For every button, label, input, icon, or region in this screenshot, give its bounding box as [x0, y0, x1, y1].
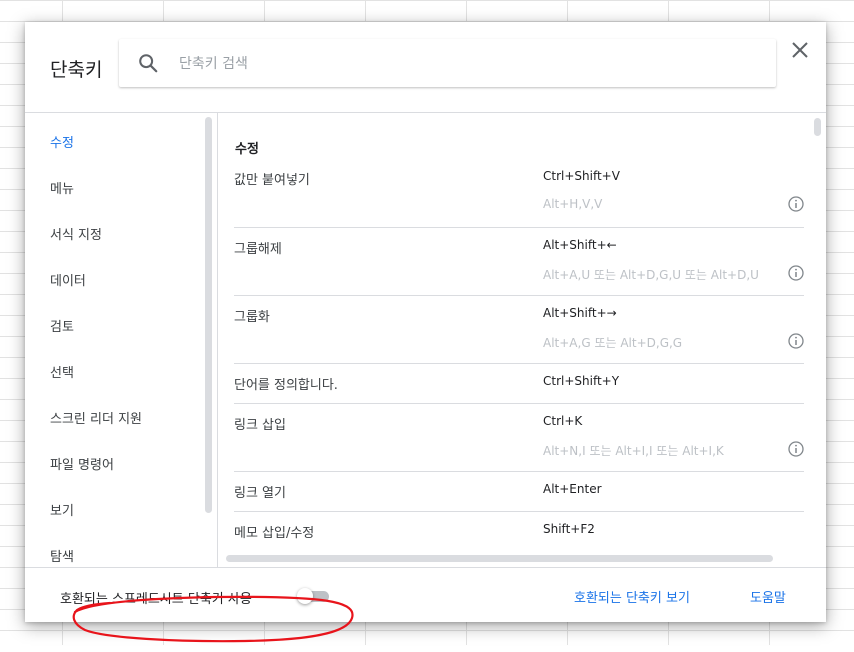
info-icon[interactable] [788, 265, 804, 281]
info-icon[interactable] [788, 333, 804, 349]
sidebar-item-selection[interactable]: 선택 [50, 362, 74, 381]
close-icon[interactable] [790, 40, 810, 60]
keyboard-shortcuts-dialog: 단축키 수정 메뉴 서식 지정 데이터 검토 선택 스크린 리더 지원 파일 명… [25, 22, 826, 643]
shortcut-key: Alt+Enter [543, 482, 602, 496]
dialog-title: 단축키 [50, 59, 103, 81]
shortcut-label: 값만 붙여넣기 [234, 173, 310, 188]
search-icon [139, 54, 158, 73]
shortcut-label: 그룹화 [234, 310, 270, 325]
sidebar-item-navigation[interactable]: 탐색 [50, 546, 74, 565]
sidebar-item-edit[interactable]: 수정 [50, 132, 74, 151]
info-icon[interactable] [788, 196, 804, 212]
sidebar-item-file-commands[interactable]: 파일 명령어 [50, 454, 114, 473]
info-icon[interactable] [788, 441, 804, 457]
shortcut-row: 값만 붙여넣기 Ctrl+Shift+V Alt+H,V,V [234, 159, 804, 228]
sidebar-item-formatting[interactable]: 서식 지정 [50, 224, 102, 243]
sidebar-item-menu[interactable]: 메뉴 [50, 178, 74, 197]
search-box[interactable] [119, 39, 776, 87]
help-link[interactable]: 도움말 [750, 587, 786, 606]
shortcut-key: Ctrl+Shift+Y [543, 374, 620, 388]
shortcut-alt-key: Alt+H,V,V [543, 197, 603, 211]
shortcut-label: 그룹해제 [234, 242, 282, 257]
toggle-knob [297, 588, 313, 604]
shortcut-key: Shift+F2 [543, 522, 595, 536]
shortcut-label: 링크 삽입 [234, 418, 286, 433]
shortcut-alt-key: Alt+A,U 또는 Alt+D,G,U 또는 Alt+D,U [543, 268, 759, 282]
sidebar-item-screen-reader[interactable]: 스크린 리더 지원 [50, 408, 142, 427]
view-compatible-shortcuts-link[interactable]: 호환되는 단축키 보기 [574, 587, 690, 606]
shortcut-row: 그룹화 Alt+Shift+→ Alt+A,G 또는 Alt+D,G,G [234, 296, 804, 364]
search-input[interactable] [177, 51, 761, 77]
shortcut-row: 링크 열기 Alt+Enter [234, 472, 804, 512]
shortcut-row: 그룹해제 Alt+Shift+← Alt+A,U 또는 Alt+D,G,U 또는… [234, 228, 804, 296]
shortcut-key: Ctrl+K [543, 414, 583, 428]
category-sidebar: 수정 메뉴 서식 지정 데이터 검토 선택 스크린 리더 지원 파일 명령어 보… [25, 113, 217, 567]
shortcut-label: 메모 삽입/수정 [234, 526, 315, 541]
compatible-shortcuts-label: 호환되는 스프레드시트 단축키 사용 [60, 592, 252, 607]
shortcut-alt-key: Alt+A,G 또는 Alt+D,G,G [543, 336, 683, 350]
shortcut-key: Alt+Shift+← [543, 238, 617, 252]
shortcut-key: Ctrl+Shift+V [543, 169, 620, 183]
shortcut-label: 단어를 정의합니다. [234, 378, 338, 393]
shortcut-alt-key: Alt+N,I 또는 Alt+I,I 또는 Alt+I,K [543, 444, 724, 458]
sidebar-item-review[interactable]: 검토 [50, 316, 74, 335]
content-vertical-scrollbar[interactable] [814, 118, 821, 136]
compatible-shortcuts-toggle[interactable] [297, 588, 331, 604]
shortcut-key: Alt+Shift+→ [543, 306, 617, 320]
section-title: 수정 [235, 142, 259, 157]
shortcut-row: 메모 삽입/수정 Shift+F2 [234, 512, 804, 551]
content-horizontal-scrollbar[interactable] [226, 555, 773, 562]
sidebar-scrollbar[interactable] [205, 117, 212, 513]
shortcut-row: 단어를 정의합니다. Ctrl+Shift+Y [234, 364, 804, 404]
shortcut-label: 링크 열기 [234, 486, 286, 501]
footer-divider [25, 567, 826, 568]
sidebar-item-view[interactable]: 보기 [50, 500, 74, 519]
sidebar-item-data[interactable]: 데이터 [50, 270, 86, 289]
shortcut-list: 수정 값만 붙여넣기 Ctrl+Shift+V Alt+H,V,V 그룹해제 A… [218, 113, 826, 567]
shortcut-row: 링크 삽입 Ctrl+K Alt+N,I 또는 Alt+I,I 또는 Alt+I… [234, 404, 804, 472]
